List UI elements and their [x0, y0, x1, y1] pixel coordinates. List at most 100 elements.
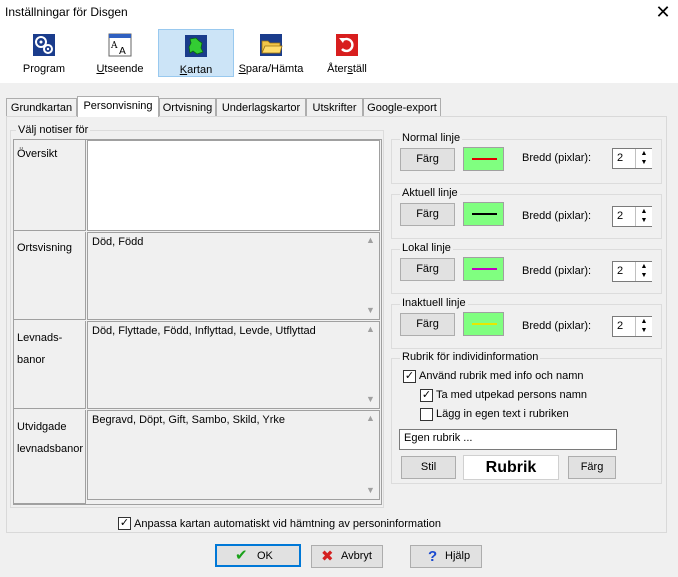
spin-up-icon[interactable]: ▲ — [636, 262, 652, 271]
close-icon: ✕ — [655, 2, 671, 22]
row-label-ortsvisning: Ortsvisning — [14, 232, 86, 320]
ok-button[interactable]: ✔ OK — [215, 544, 301, 567]
aktuell-linje-spin-buttons[interactable]: ▲ ▼ — [635, 207, 652, 226]
checkmark-icon: ✓ — [421, 389, 432, 401]
spin-up-icon[interactable]: ▲ — [636, 207, 652, 216]
help-icon: ? — [428, 548, 438, 565]
inaktuell-linje-width-spin[interactable]: 2 ▲ ▼ — [612, 316, 652, 337]
toolbar-aterstall-label: Återställ — [327, 63, 367, 75]
scroll-up-icon[interactable]: ▲ — [362, 413, 379, 423]
ortsvisning-scrollbar[interactable]: ▲ ▼ — [362, 233, 379, 319]
inaktuell-linje-label: Inaktuell linje — [400, 297, 468, 309]
levnadsbanor-scrollbar[interactable]: ▲ ▼ — [362, 322, 379, 408]
lokal-linje-label: Lokal linje — [400, 242, 453, 254]
inaktuell-linje-color-button[interactable]: Färg — [400, 313, 455, 336]
toolbar-utseende-label: Utseende — [96, 63, 144, 75]
rubrik-checkbox-1-label: Använd rubrik med info och namn — [419, 370, 584, 382]
utvidgade-textarea[interactable]: Begravd, Döpt, Gift, Sambo, Skild, Yrke — [87, 410, 380, 500]
anpassa-checkbox[interactable]: ✓ — [118, 517, 131, 530]
notiser-group-label: Välj notiser för — [16, 124, 91, 136]
scroll-up-icon[interactable]: ▲ — [362, 235, 379, 245]
tab-underlagskartor[interactable]: Underlagskartor — [216, 98, 306, 116]
lokal-linje-color-button[interactable]: Färg — [400, 258, 455, 281]
toolbar-kartan-button[interactable]: Kartan — [158, 29, 234, 77]
toolbar-utseende-button[interactable]: A A Utseende — [92, 29, 148, 77]
rubrik-preview: Rubrik — [463, 455, 559, 480]
tab-personvisning[interactable]: Personvisning — [77, 96, 159, 117]
egen-rubrik-input[interactable]: Egen rubrik ... — [399, 429, 617, 450]
checkmark-icon: ✔ — [235, 547, 248, 564]
spin-down-icon[interactable]: ▼ — [636, 158, 652, 167]
rubrik-checkbox-2-label: Ta med utpekad persons namn — [436, 389, 588, 401]
aktuell-linje-width-spin[interactable]: 2 ▲ ▼ — [612, 206, 652, 227]
gears-icon — [33, 34, 55, 56]
svg-text:A: A — [119, 46, 126, 57]
oversikt-textarea[interactable] — [87, 140, 380, 231]
inaktuell-linje-sample — [472, 323, 497, 325]
normal-linje-width-value: 2 — [617, 152, 624, 164]
stil-button[interactable]: Stil — [401, 456, 456, 479]
lokal-linje-spin-buttons[interactable]: ▲ ▼ — [635, 262, 652, 281]
tab-grundkartan[interactable]: Grundkartan — [6, 98, 77, 116]
anpassa-checkbox-label: Anpassa kartan automatiskt vid hämtning … — [134, 518, 441, 530]
rubrik-group-label: Rubrik för individinformation — [400, 351, 541, 363]
scroll-up-icon[interactable]: ▲ — [362, 324, 379, 334]
row-label-utvidgade-line2: levnadsbanor — [17, 443, 84, 455]
hjalp-label: Hjälp — [445, 550, 471, 562]
levnadsbanor-textarea[interactable]: Död, Flyttade, Född, Inflyttad, Levde, U… — [87, 321, 380, 409]
tab-ortvisning[interactable]: Ortvisning — [159, 98, 216, 116]
normal-linje-spin-buttons[interactable]: ▲ ▼ — [635, 149, 652, 168]
utvidgade-text: Begravd, Döpt, Gift, Sambo, Skild, Yrke — [92, 414, 285, 426]
hjalp-button[interactable]: ? Hjälp — [410, 545, 482, 568]
spin-up-icon[interactable]: ▲ — [636, 149, 652, 158]
levnadsbanor-text: Död, Flyttade, Född, Inflyttad, Levde, U… — [92, 325, 316, 337]
inaktuell-linje-spin-buttons[interactable]: ▲ ▼ — [635, 317, 652, 336]
rubrik-checkbox-2[interactable]: ✓ — [420, 389, 433, 402]
row-label-utvidgade: Utvidgade levnadsbanor — [14, 410, 86, 504]
cross-icon: ✖ — [321, 548, 334, 565]
row-label-levnadsbanor-line1: Levnads- — [17, 332, 63, 344]
ortsvisning-textarea[interactable]: Död, Född — [87, 232, 380, 320]
scroll-down-icon[interactable]: ▼ — [362, 394, 379, 404]
scroll-down-icon[interactable]: ▼ — [362, 485, 379, 495]
scroll-down-icon[interactable]: ▼ — [362, 305, 379, 315]
row-label-oversikt: Översikt — [14, 140, 86, 231]
normal-linje-label: Normal linje — [400, 132, 463, 144]
rubrik-checkbox-3[interactable] — [420, 408, 433, 421]
lokal-linje-width-value: 2 — [617, 265, 624, 277]
svg-text:A: A — [110, 41, 118, 51]
utvidgade-scrollbar[interactable]: ▲ ▼ — [362, 411, 379, 499]
close-button[interactable]: ✕ — [653, 1, 673, 23]
map-icon — [185, 35, 207, 57]
row-label-utvidgade-line1: Utvidgade — [17, 421, 67, 433]
inaktuell-linje-swatch[interactable] — [463, 312, 504, 336]
toolbar-spara-label: Spara/Hämta — [238, 63, 304, 75]
aktuell-linje-swatch[interactable] — [463, 202, 504, 226]
toolbar-spara-button[interactable]: Spara/Hämta — [238, 29, 304, 77]
spin-down-icon[interactable]: ▼ — [636, 271, 652, 280]
aktuell-linje-width-label: Bredd (pixlar): — [522, 210, 592, 222]
lokal-linje-width-spin[interactable]: 2 ▲ ▼ — [612, 261, 652, 282]
ortsvisning-text: Död, Född — [92, 236, 144, 248]
rubrik-checkbox-1[interactable]: ✓ — [403, 370, 416, 383]
aktuell-linje-width-value: 2 — [617, 210, 624, 222]
row-label-levnadsbanor-line2: banor — [17, 354, 46, 366]
spin-down-icon[interactable]: ▼ — [636, 216, 652, 225]
toolbar-aterstall-button[interactable]: Återställ — [322, 29, 372, 77]
lokal-linje-swatch[interactable] — [463, 257, 504, 281]
spin-up-icon[interactable]: ▲ — [636, 317, 652, 326]
rubrik-color-button[interactable]: Färg — [568, 456, 616, 479]
normal-linje-width-label: Bredd (pixlar): — [522, 152, 592, 164]
spin-down-icon[interactable]: ▼ — [636, 326, 652, 335]
normal-linje-color-button[interactable]: Färg — [400, 148, 455, 171]
normal-linje-width-spin[interactable]: 2 ▲ ▼ — [612, 148, 652, 169]
toolbar-program-button[interactable]: Program — [18, 29, 70, 77]
aktuell-linje-color-button[interactable]: Färg — [400, 203, 455, 226]
undo-icon — [336, 34, 358, 56]
normal-linje-swatch[interactable] — [463, 147, 504, 171]
avbryt-button[interactable]: ✖ Avbryt — [311, 545, 383, 568]
lokal-linje-sample — [472, 268, 497, 270]
tab-utskrifter[interactable]: Utskrifter — [306, 98, 363, 116]
checkmark-icon: ✓ — [119, 517, 130, 529]
tab-google-export[interactable]: Google-export — [363, 98, 441, 116]
